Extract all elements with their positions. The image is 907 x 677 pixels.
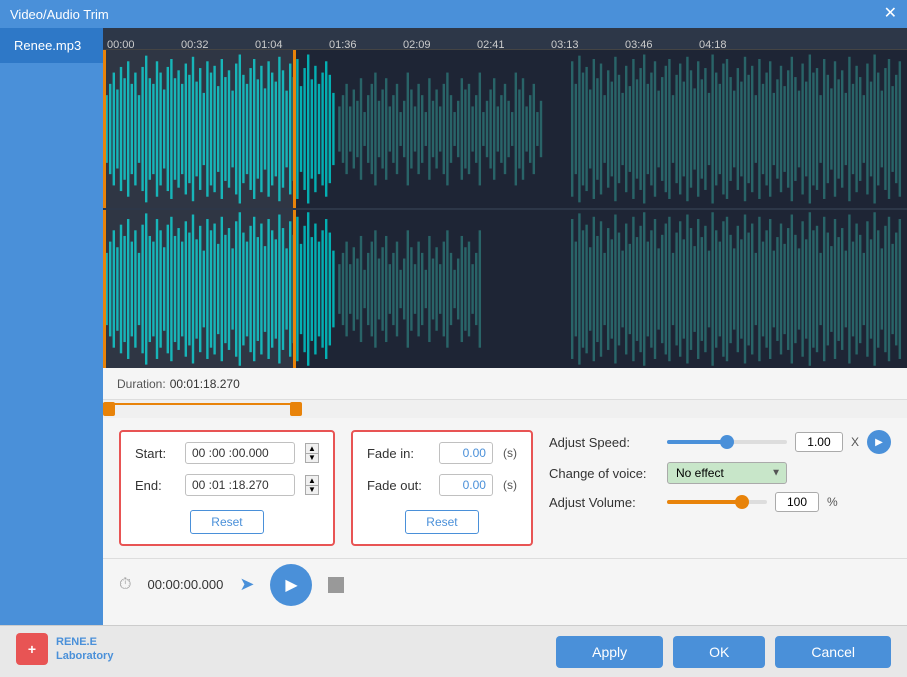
start-spin-up[interactable]: ▲ — [305, 443, 319, 453]
volume-slider-track[interactable] — [667, 500, 767, 504]
fade-out-row: Fade out: (s) — [367, 474, 517, 496]
start-field-row: Start: ▲ ▼ — [135, 442, 319, 464]
fade-out-label: Fade out: — [367, 478, 431, 493]
region-start-handle-top — [103, 50, 106, 208]
start-time-input[interactable] — [185, 442, 295, 464]
voice-select[interactable]: No effect Male Female Robot Child — [667, 462, 787, 484]
trim-line — [103, 403, 296, 405]
apply-button[interactable]: Apply — [556, 636, 663, 668]
volume-input[interactable] — [775, 492, 819, 512]
speed-slider-thumb[interactable] — [720, 435, 734, 449]
waveform-container: 00:00 00:32 01:04 01:36 02:09 02:41 03:1… — [103, 28, 907, 368]
end-spin-down[interactable]: ▼ — [305, 485, 319, 495]
region-end-handle-top — [293, 50, 296, 208]
waveform-track-bottom — [103, 208, 907, 368]
ok-button[interactable]: OK — [673, 636, 765, 668]
playback-time: 00:00:00.000 — [147, 577, 223, 592]
fade-out-input[interactable] — [439, 474, 493, 496]
volume-slider-thumb[interactable] — [735, 495, 749, 509]
reset-trim-wrap: Reset — [135, 506, 319, 534]
play-button[interactable]: ▶ — [270, 564, 312, 606]
tick-4: 02:09 — [403, 39, 431, 51]
main-container: Renee.mp3 00:00 00:32 01:04 01:36 02:09 … — [0, 28, 907, 625]
tick-8: 04:18 — [699, 39, 727, 51]
waveform-tracks — [103, 50, 907, 368]
playback-bar: ⏱ 00:00:00.000 ➤ ▶ — [103, 558, 907, 610]
end-label: End: — [135, 478, 177, 493]
start-label: Start: — [135, 446, 177, 461]
logo-line2: Laboratory — [56, 649, 113, 663]
tick-3: 01:36 — [329, 39, 357, 51]
adjust-speed-row: Adjust Speed: 1.00 X ▶ — [549, 430, 891, 454]
sidebar: Renee.mp3 — [0, 28, 103, 625]
speed-preview-button[interactable]: ▶ — [867, 430, 891, 454]
trim-end-handle[interactable] — [290, 402, 302, 416]
start-spin-buttons: ▲ ▼ — [305, 443, 319, 463]
right-controls: Adjust Speed: 1.00 X ▶ Change of voice: — [549, 430, 891, 546]
speed-value: 1.00 — [795, 432, 843, 452]
logo-area: + RENE.E Laboratory — [16, 633, 113, 665]
region-start-handle-bottom — [103, 210, 106, 368]
logo-plus: + — [28, 641, 36, 657]
tick-1: 00:32 — [181, 39, 209, 51]
stop-button[interactable] — [328, 577, 344, 593]
duration-value: 00:01:18.270 — [170, 377, 240, 391]
title-bar: Video/Audio Trim ✕ — [0, 0, 907, 28]
content-area: 00:00 00:32 01:04 01:36 02:09 02:41 03:1… — [103, 28, 907, 625]
trim-handles-row — [103, 400, 907, 418]
speed-slider-track[interactable] — [667, 440, 787, 444]
selected-region-top — [103, 50, 296, 208]
reset-fade-button[interactable]: Reset — [405, 510, 478, 534]
fade-in-label: Fade in: — [367, 446, 431, 461]
reset-trim-button[interactable]: Reset — [190, 510, 263, 534]
close-button[interactable]: ✕ — [884, 6, 897, 22]
export-button[interactable]: ➤ — [239, 574, 254, 595]
adjust-volume-row: Adjust Volume: % — [549, 492, 891, 512]
volume-slider-fill — [667, 500, 742, 504]
tick-7: 03:46 — [625, 39, 653, 51]
duration-label: Duration: — [117, 377, 166, 391]
logo-icon: + — [16, 633, 48, 665]
trim-fields-box: Start: ▲ ▼ End: ▲ ▼ — [119, 430, 335, 546]
action-bar: + RENE.E Laboratory Apply OK Cancel — [0, 625, 907, 677]
change-voice-row: Change of voice: No effect Male Female R… — [549, 462, 891, 484]
fade-in-unit: (s) — [503, 446, 517, 460]
selected-region-bottom — [103, 210, 296, 368]
end-spin-up[interactable]: ▲ — [305, 475, 319, 485]
region-end-handle-bottom — [293, 210, 296, 368]
window-title: Video/Audio Trim — [10, 7, 109, 22]
fade-in-row: Fade in: (s) — [367, 442, 517, 464]
clock-icon: ⏱ — [119, 576, 131, 594]
fade-in-input[interactable] — [439, 442, 493, 464]
trim-start-handle[interactable] — [103, 402, 115, 416]
speed-x-label: X — [851, 435, 859, 449]
logo-line1: RENE.E — [56, 635, 113, 649]
tick-2: 01:04 — [255, 39, 283, 51]
waveform-track-top — [103, 50, 907, 208]
tick-0: 00:00 — [107, 39, 135, 51]
duration-bar: Duration: 00:01:18.270 — [103, 368, 907, 400]
tick-6: 03:13 — [551, 39, 579, 51]
adjust-speed-label: Adjust Speed: — [549, 435, 659, 450]
adjust-volume-label: Adjust Volume: — [549, 495, 659, 510]
fade-fields-box: Fade in: (s) Fade out: (s) Reset — [351, 430, 533, 546]
sidebar-filename: Renee.mp3 — [0, 28, 103, 63]
start-spin-down[interactable]: ▼ — [305, 453, 319, 463]
fade-out-unit: (s) — [503, 478, 517, 492]
voice-select-wrapper: No effect Male Female Robot Child ▼ — [667, 462, 787, 484]
tick-5: 02:41 — [477, 39, 505, 51]
end-time-input[interactable] — [185, 474, 295, 496]
change-voice-label: Change of voice: — [549, 466, 659, 481]
end-field-row: End: ▲ ▼ — [135, 474, 319, 496]
speed-slider-fill — [667, 440, 727, 444]
cancel-button[interactable]: Cancel — [775, 636, 891, 668]
logo-text: RENE.E Laboratory — [56, 635, 113, 664]
volume-pct-label: % — [827, 495, 838, 509]
controls-section: Start: ▲ ▼ End: ▲ ▼ — [103, 418, 907, 558]
reset-fade-wrap: Reset — [367, 506, 517, 534]
end-spin-buttons: ▲ ▼ — [305, 475, 319, 495]
timeline-ruler: 00:00 00:32 01:04 01:36 02:09 02:41 03:1… — [103, 28, 907, 50]
